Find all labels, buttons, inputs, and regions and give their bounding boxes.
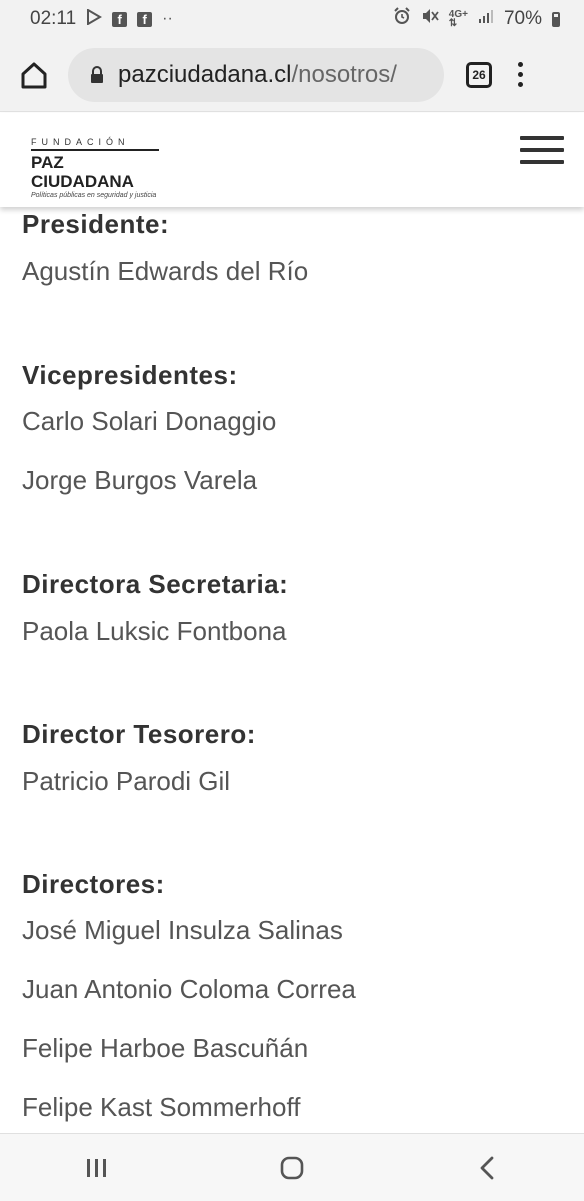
logo-main-text: PAZ CIUDADANA bbox=[31, 153, 134, 191]
member-name: Felipe Kast Sommerhoff bbox=[22, 1092, 301, 1122]
member-name: José Miguel Insulza Salinas bbox=[22, 915, 343, 945]
signal-icon bbox=[478, 8, 494, 30]
logo-divider bbox=[31, 149, 159, 151]
facebook-icon: f bbox=[137, 11, 153, 27]
menu-dot bbox=[518, 62, 523, 67]
hamburger-menu-icon[interactable] bbox=[520, 136, 564, 164]
network-4g-icon: 4G+ ⇅ bbox=[448, 9, 468, 29]
home-circle-icon bbox=[280, 1156, 304, 1179]
url-path: /nosotros/ bbox=[291, 60, 397, 88]
network-type-label: 4G+ bbox=[448, 9, 468, 20]
home-button[interactable] bbox=[10, 51, 58, 99]
role-heading-vicepresidentes: Vicepresidentes: bbox=[22, 360, 238, 390]
hamburger-line bbox=[520, 148, 564, 152]
status-time: 02:11 bbox=[30, 8, 77, 29]
browser-toolbar: pazciudadana.cl/nosotros/ 26 bbox=[0, 38, 584, 112]
recent-apps-icon bbox=[87, 1158, 107, 1177]
back-chevron-icon bbox=[480, 1156, 494, 1179]
status-bar: 02:11 f f ·· 4G+ ⇅ 70% bbox=[0, 0, 584, 38]
menu-dot bbox=[518, 72, 523, 77]
battery-percent: 70% bbox=[503, 8, 542, 29]
role-heading-secretaria: Directora Secretaria: bbox=[22, 569, 289, 599]
lock-icon bbox=[90, 65, 104, 84]
back-button[interactable] bbox=[457, 1138, 517, 1198]
logo-top-text: FUNDACIÓN bbox=[31, 137, 130, 147]
role-heading-tesorero: Director Tesorero: bbox=[22, 719, 256, 749]
status-left: 02:11 f f ·· bbox=[30, 7, 173, 30]
site-logo[interactable]: FUNDACIÓN PAZ CIUDADANA Políticas públic… bbox=[31, 137, 171, 199]
role-heading-directores: Directores: bbox=[22, 869, 165, 899]
more-dots-icon: ·· bbox=[162, 10, 173, 27]
site-header: FUNDACIÓN PAZ CIUDADANA Políticas públic… bbox=[0, 113, 584, 207]
role-heading-presidente: Presidente: bbox=[22, 209, 170, 239]
system-nav-bar bbox=[0, 1133, 584, 1201]
url-domain: pazciudadana.cl bbox=[118, 60, 292, 88]
play-store-icon bbox=[86, 7, 103, 30]
address-bar[interactable]: pazciudadana.cl/nosotros/ bbox=[68, 47, 444, 102]
home-nav-button[interactable] bbox=[262, 1138, 322, 1198]
member-name: Paola Luksic Fontbona bbox=[22, 616, 287, 646]
menu-dot bbox=[518, 82, 523, 87]
url-text: pazciudadana.cl/nosotros/ bbox=[118, 61, 397, 89]
logo-tagline: Políticas públicas en seguridad y justic… bbox=[31, 192, 157, 199]
hamburger-line bbox=[520, 160, 564, 164]
battery-icon bbox=[552, 11, 560, 27]
status-right: 4G+ ⇅ 70% bbox=[393, 7, 560, 31]
mute-icon bbox=[421, 7, 439, 31]
member-name: Patricio Parodi Gil bbox=[22, 766, 231, 796]
home-icon bbox=[21, 62, 47, 88]
member-name: Carlo Solari Donaggio bbox=[22, 406, 277, 436]
browser-menu-button[interactable] bbox=[518, 62, 523, 87]
tab-switcher-button[interactable]: 26 bbox=[466, 61, 492, 88]
member-name: Jorge Burgos Varela bbox=[22, 465, 258, 495]
hamburger-line bbox=[520, 136, 564, 140]
alarm-icon bbox=[393, 7, 411, 31]
member-name: Agustín Edwards del Río bbox=[22, 256, 309, 286]
member-name: Felipe Harboe Bascuñán bbox=[22, 1033, 309, 1063]
facebook-icon: f bbox=[112, 11, 128, 27]
recent-apps-button[interactable] bbox=[67, 1138, 127, 1198]
member-name: Juan Antonio Coloma Correa bbox=[22, 974, 356, 1004]
